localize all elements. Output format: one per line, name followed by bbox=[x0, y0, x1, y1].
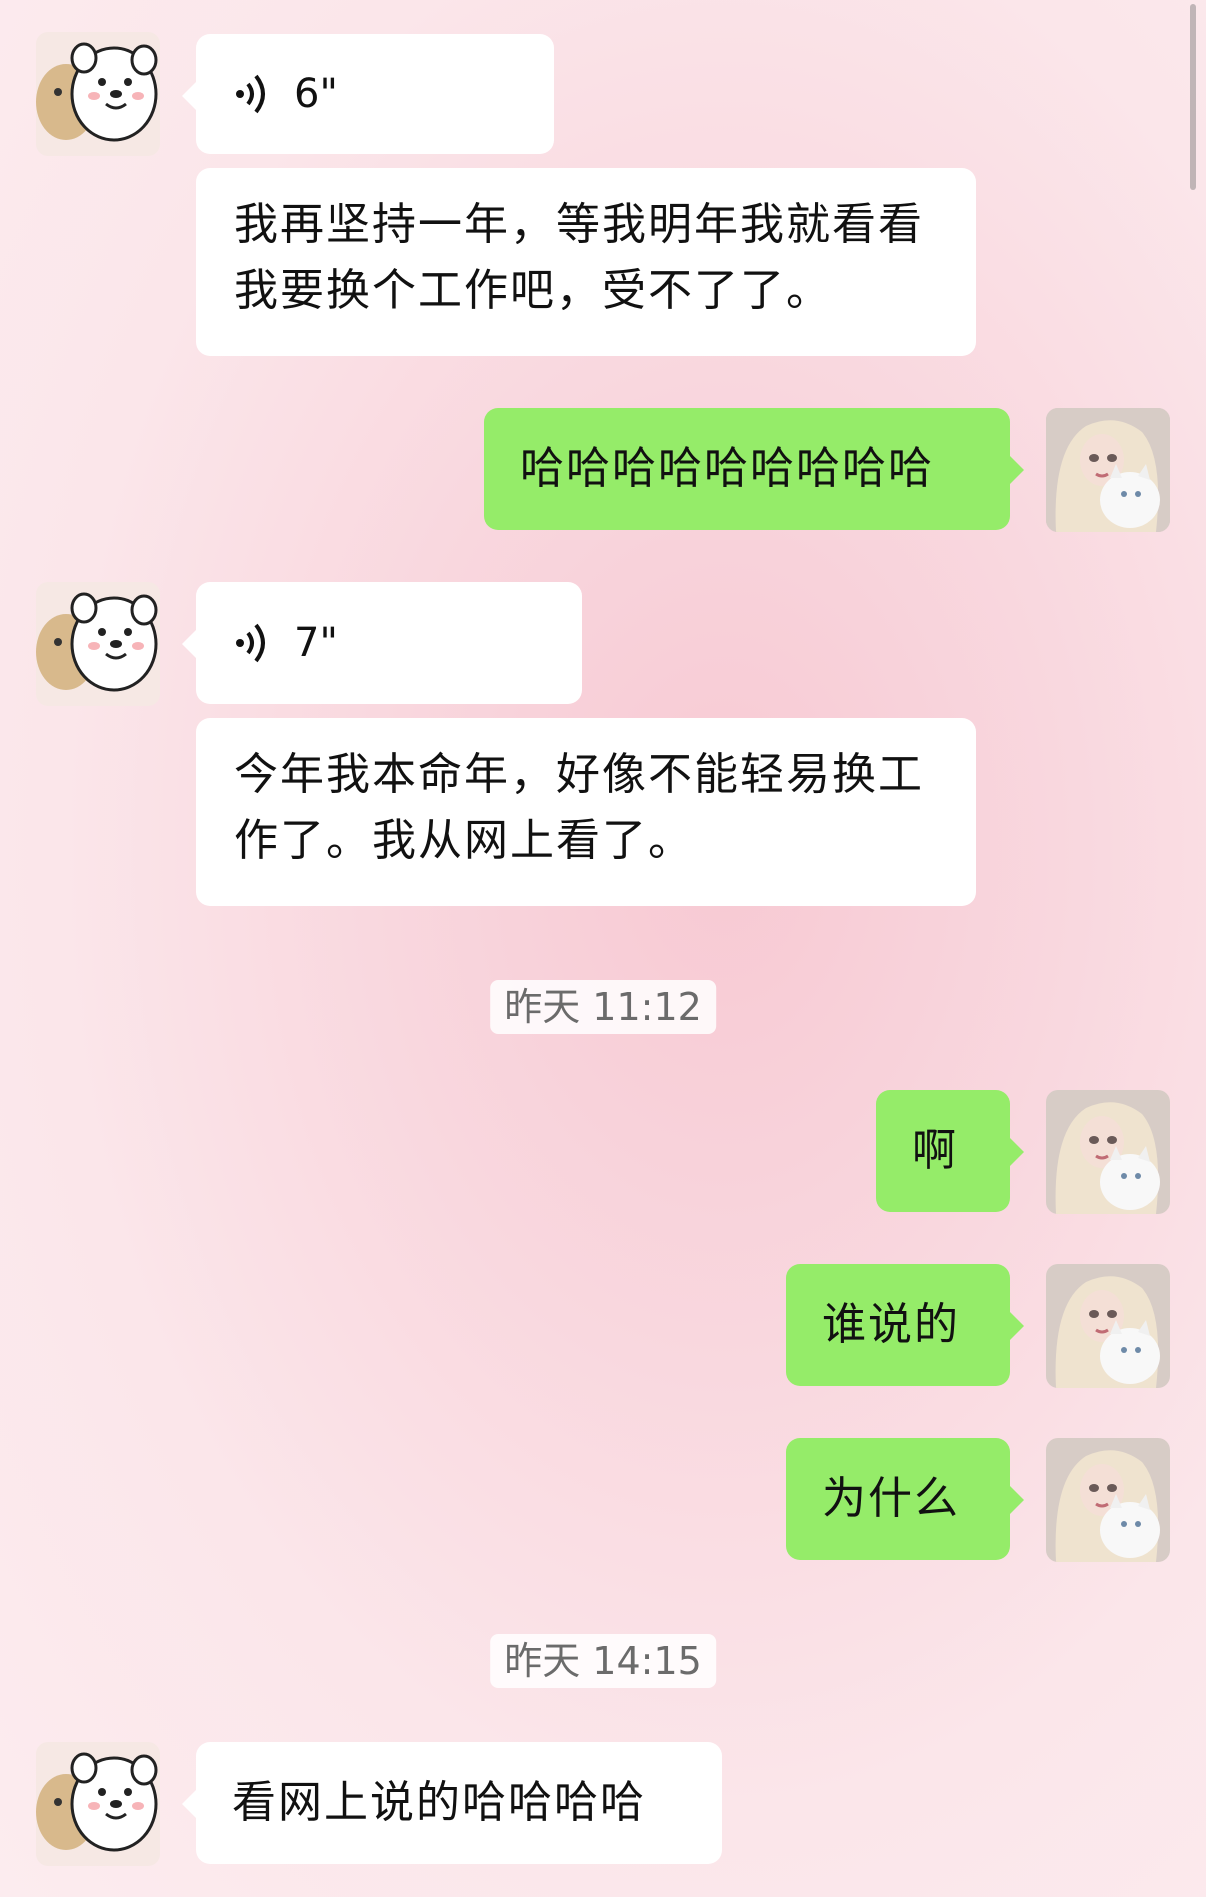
outgoing-message-bubble[interactable]: 啊 bbox=[876, 1090, 1024, 1212]
incoming-message-bubble[interactable]: 我再坚持一年，等我明年我就看看我要换个工作吧，受不了了。 bbox=[196, 168, 976, 356]
bear-dog-cartoon-avatar-icon bbox=[36, 582, 160, 706]
voice-wave-icon bbox=[236, 623, 265, 663]
girl-with-cat-avatar-icon bbox=[1046, 1090, 1170, 1214]
outgoing-message-bubble[interactable]: 谁说的 bbox=[786, 1264, 1024, 1386]
girl-with-cat-avatar-icon bbox=[1046, 1438, 1170, 1562]
voice-message-bubble[interactable]: 6" bbox=[182, 34, 554, 154]
message-text: 为什么 bbox=[822, 1473, 960, 1524]
contact-avatar[interactable] bbox=[36, 582, 160, 706]
bear-dog-cartoon-avatar-icon bbox=[36, 32, 160, 156]
voice-message-bubble[interactable]: 7" bbox=[182, 582, 582, 704]
message-text: 谁说的 bbox=[822, 1299, 960, 1350]
message-text: 我再坚持一年，等我明年我就看看我要换个工作吧，受不了了。 bbox=[234, 199, 924, 316]
girl-with-cat-avatar-icon bbox=[1046, 1264, 1170, 1388]
outgoing-message-bubble[interactable]: 哈哈哈哈哈哈哈哈哈 bbox=[484, 408, 1024, 530]
my-avatar[interactable] bbox=[1046, 1438, 1170, 1562]
my-avatar[interactable] bbox=[1046, 1264, 1170, 1388]
contact-avatar[interactable] bbox=[36, 32, 160, 156]
girl-with-cat-avatar-icon bbox=[1046, 408, 1170, 532]
my-avatar[interactable] bbox=[1046, 1090, 1170, 1214]
voice-wave-icon bbox=[236, 74, 265, 114]
message-text: 今年我本命年，好像不能轻易换工作了。我从网上看了。 bbox=[234, 749, 924, 866]
bear-dog-cartoon-avatar-icon bbox=[36, 1742, 160, 1866]
timestamp: 昨天 14:15 bbox=[490, 1634, 716, 1688]
voice-duration: 7" bbox=[294, 620, 338, 666]
incoming-message-bubble[interactable]: 看网上说的哈哈哈哈 bbox=[182, 1742, 722, 1864]
scrollbar[interactable] bbox=[1190, 4, 1196, 190]
message-text: 啊 bbox=[912, 1125, 958, 1176]
my-avatar[interactable] bbox=[1046, 408, 1170, 532]
message-text: 哈哈哈哈哈哈哈哈哈 bbox=[520, 443, 934, 494]
timestamp: 昨天 11:12 bbox=[490, 980, 716, 1034]
contact-avatar[interactable] bbox=[36, 1742, 160, 1866]
outgoing-message-bubble[interactable]: 为什么 bbox=[786, 1438, 1024, 1560]
message-text: 看网上说的哈哈哈哈 bbox=[232, 1777, 646, 1828]
voice-duration: 6" bbox=[294, 71, 338, 117]
incoming-message-bubble[interactable]: 今年我本命年，好像不能轻易换工作了。我从网上看了。 bbox=[196, 718, 976, 906]
